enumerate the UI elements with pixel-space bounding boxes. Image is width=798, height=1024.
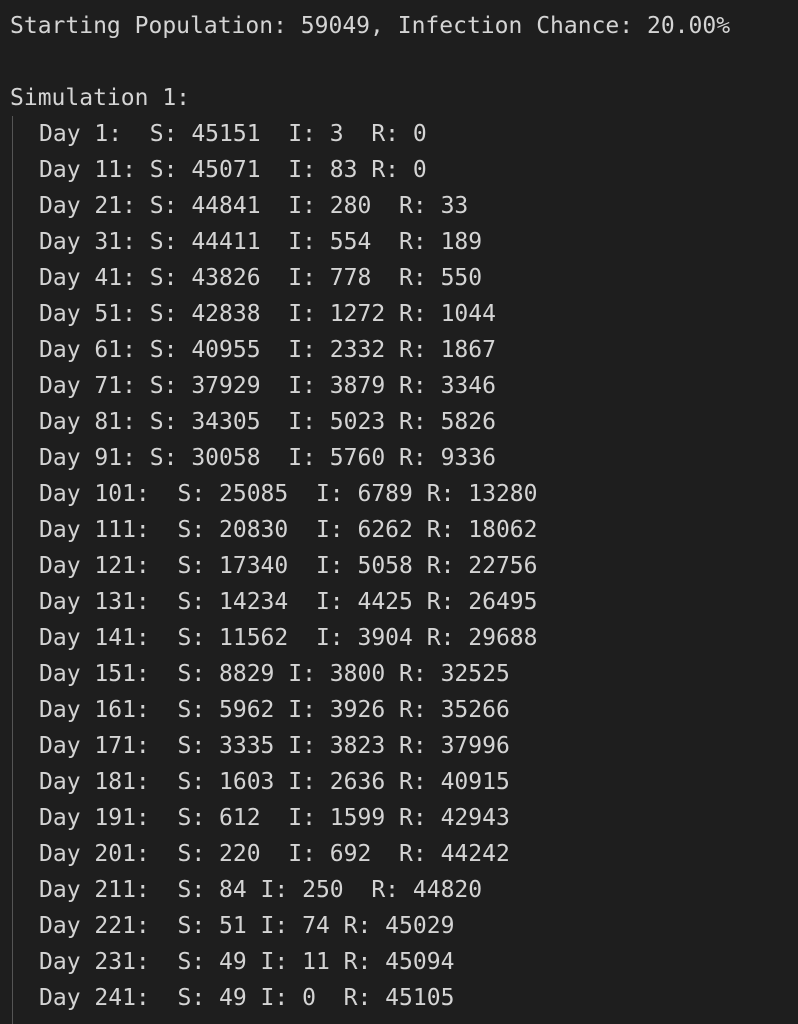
day-line: Day 51: S: 42838 I: 1272 R: 1044 <box>39 301 496 327</box>
day-line: Day 21: S: 44841 I: 280 R: 33 <box>39 193 469 219</box>
day-line: Day 191: S: 612 I: 1599 R: 42943 <box>39 805 510 831</box>
day-line: Day 181: S: 1603 I: 2636 R: 40915 <box>39 769 510 795</box>
day-line: Day 71: S: 37929 I: 3879 R: 3346 <box>39 373 496 399</box>
day-line: Day 81: S: 34305 I: 5023 R: 5826 <box>39 409 496 435</box>
day-line: Day 211: S: 84 I: 250 R: 44820 <box>39 877 483 903</box>
day-line: Day 151: S: 8829 I: 3800 R: 32525 <box>39 661 510 687</box>
day-line: Day 1: S: 45151 I: 3 R: 0 <box>39 121 427 147</box>
day-line: Day 31: S: 44411 I: 554 R: 189 <box>39 229 483 255</box>
day-line: Day 241: S: 49 I: 0 R: 45105 <box>39 985 455 1011</box>
simulation-label: Simulation 1: <box>10 85 191 111</box>
day-line: Day 231: S: 49 I: 11 R: 45094 <box>39 949 455 975</box>
day-line: Day 101: S: 25085 I: 6789 R: 13280 <box>39 481 538 507</box>
header-line: Starting Population: 59049, Infection Ch… <box>10 13 731 39</box>
day-line: Day 111: S: 20830 I: 6262 R: 18062 <box>39 517 538 543</box>
day-line: Day 61: S: 40955 I: 2332 R: 1867 <box>39 337 496 363</box>
day-line: Day 221: S: 51 I: 74 R: 45029 <box>39 913 455 939</box>
day-line: Day 41: S: 43826 I: 778 R: 550 <box>39 265 483 291</box>
day-line: Day 201: S: 220 I: 692 R: 44242 <box>39 841 510 867</box>
day-line: Day 11: S: 45071 I: 83 R: 0 <box>39 157 427 183</box>
day-line: Day 131: S: 14234 I: 4425 R: 26495 <box>39 589 538 615</box>
day-line: Day 171: S: 3335 I: 3823 R: 37996 <box>39 733 510 759</box>
terminal-output: Starting Population: 59049, Infection Ch… <box>0 0 798 1024</box>
day-line: Day 91: S: 30058 I: 5760 R: 9336 <box>39 445 496 471</box>
indent-guide <box>12 116 13 1024</box>
simulation-output-group: Day 1: S: 45151 I: 3 R: 0 Day 11: S: 450… <box>10 116 798 1024</box>
day-line: Day 161: S: 5962 I: 3926 R: 35266 <box>39 697 510 723</box>
day-line: Day 141: S: 11562 I: 3904 R: 29688 <box>39 625 538 651</box>
day-line: Day 121: S: 17340 I: 5058 R: 22756 <box>39 553 538 579</box>
